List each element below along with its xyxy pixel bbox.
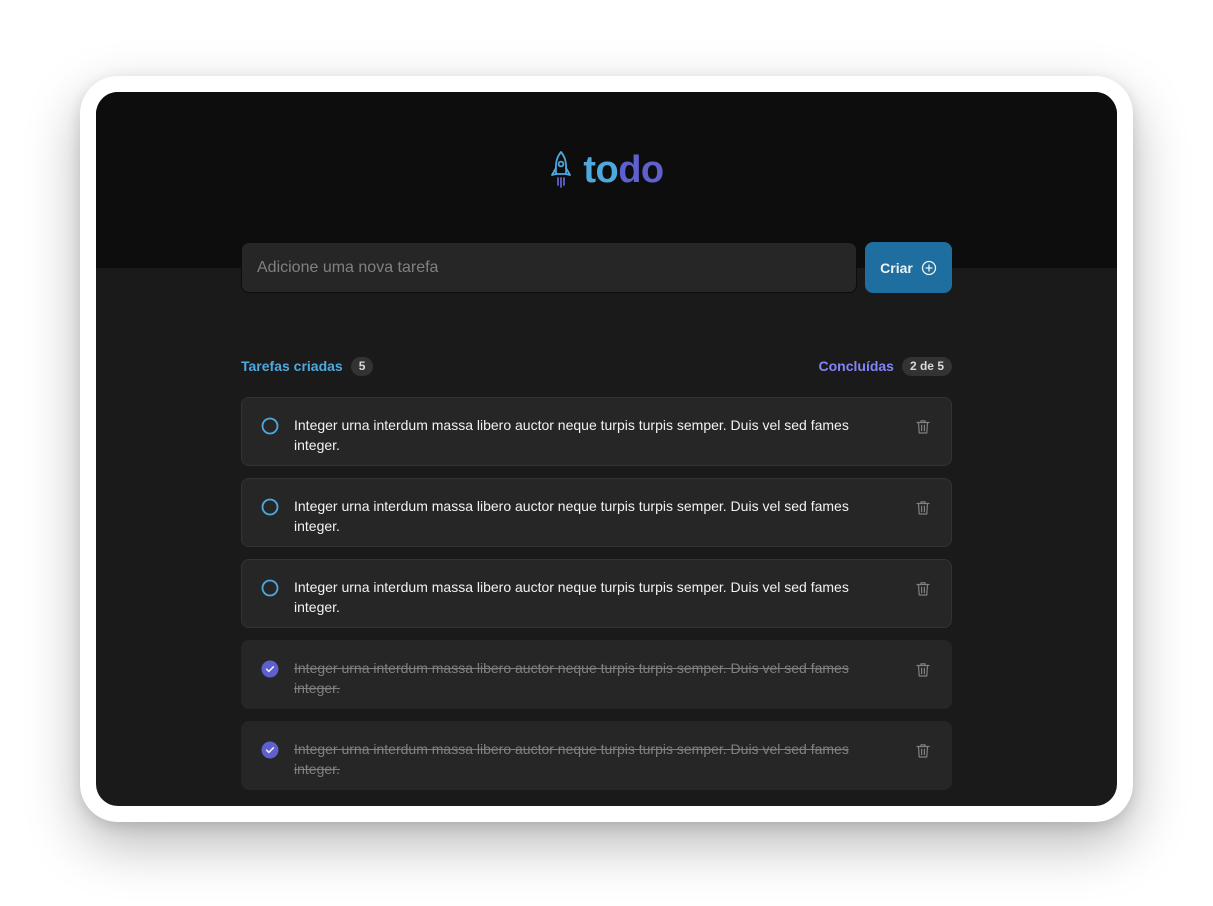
created-count-badge: 5: [350, 356, 374, 376]
trash-icon[interactable]: [911, 414, 935, 438]
app-screen: todo Criar Tarefas criadas 5: [96, 92, 1117, 806]
task-item: Integer urna interdum massa libero aucto…: [241, 397, 952, 466]
task-counters: Tarefas criadas 5 Concluídas 2 de 5: [241, 356, 952, 376]
unchecked-circle-icon[interactable]: [258, 576, 282, 600]
created-counter-label: Tarefas criadas: [241, 358, 343, 374]
done-count-badge: 2 de 5: [901, 356, 952, 376]
task-item: Integer urna interdum massa libero aucto…: [241, 478, 952, 547]
app-title-part-to: to: [583, 149, 619, 191]
task-text: Integer urna interdum massa libero aucto…: [294, 579, 849, 615]
app-title-part-do: do: [618, 149, 664, 191]
plus-circle-icon: [921, 260, 937, 276]
logo: todo: [96, 148, 1117, 192]
checked-circle-icon[interactable]: [258, 738, 282, 762]
unchecked-circle-icon[interactable]: [258, 414, 282, 438]
task-item: Integer urna interdum massa libero aucto…: [241, 721, 952, 790]
new-task-input[interactable]: [241, 242, 857, 293]
task-text: Integer urna interdum massa libero aucto…: [294, 741, 849, 777]
task-item: Integer urna interdum massa libero aucto…: [241, 559, 952, 628]
created-counter: Tarefas criadas 5: [241, 356, 374, 376]
trash-icon[interactable]: [911, 738, 935, 762]
task-text: Integer urna interdum massa libero aucto…: [294, 660, 849, 696]
trash-icon[interactable]: [911, 657, 935, 681]
unchecked-circle-icon[interactable]: [258, 495, 282, 519]
task-item: Integer urna interdum massa libero aucto…: [241, 640, 952, 709]
trash-icon[interactable]: [911, 576, 935, 600]
rocket-icon: [549, 150, 573, 190]
new-task-form: Criar: [241, 242, 952, 293]
done-counter: Concluídas 2 de 5: [818, 356, 952, 376]
task-list: Integer urna interdum massa libero aucto…: [241, 397, 952, 790]
device-frame: todo Criar Tarefas criadas 5: [80, 76, 1133, 822]
create-button[interactable]: Criar: [865, 242, 952, 293]
trash-icon[interactable]: [911, 495, 935, 519]
task-text: Integer urna interdum massa libero aucto…: [294, 498, 849, 534]
task-text: Integer urna interdum massa libero aucto…: [294, 417, 849, 453]
app-title: todo: [583, 149, 664, 191]
create-button-label: Criar: [880, 259, 913, 276]
done-counter-label: Concluídas: [818, 358, 894, 374]
checked-circle-icon[interactable]: [258, 657, 282, 681]
